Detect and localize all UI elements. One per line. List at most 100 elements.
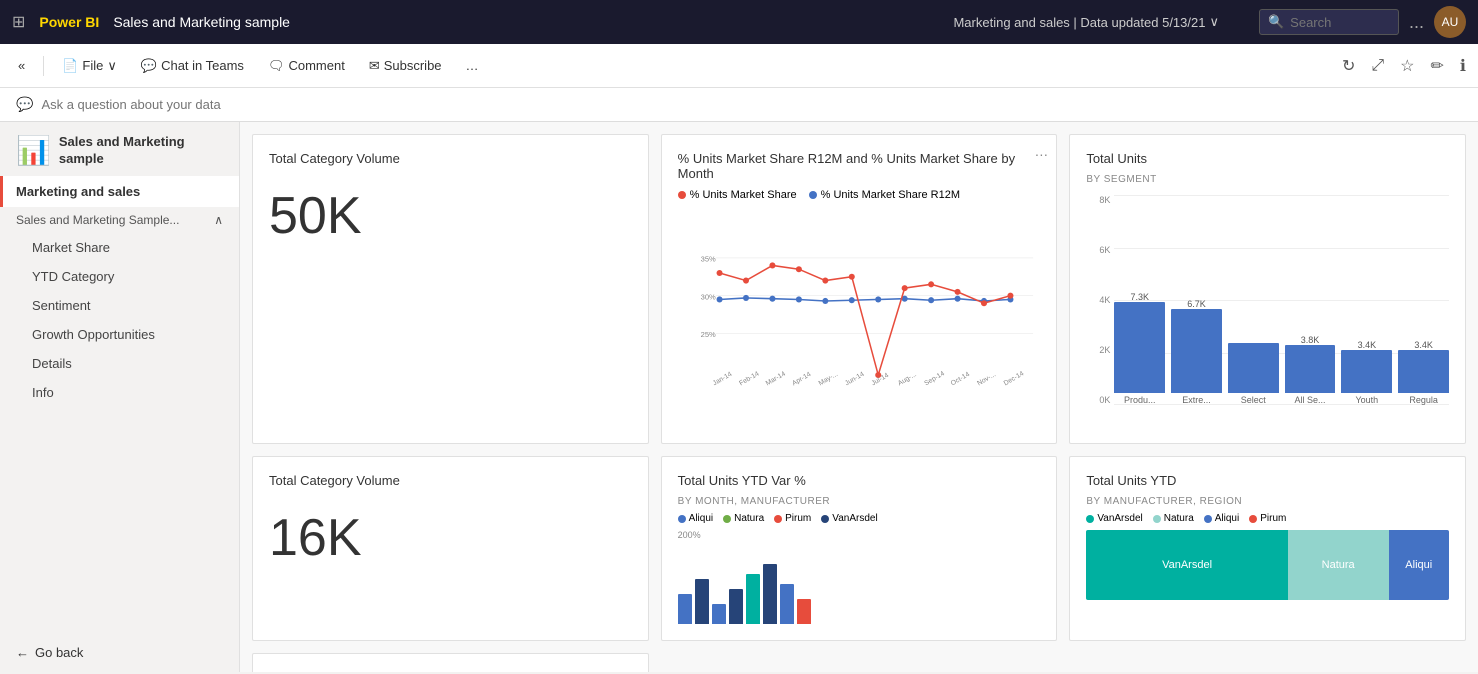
bar-chart-total-units[interactable]: 8K6K4K2K0K 7.3K [1086,195,1449,425]
bar-allse[interactable]: 3.8K All Se... [1285,335,1336,405]
mini-bar [780,584,794,624]
sidebar-item-marketing-sales[interactable]: Marketing and sales [0,176,239,207]
chat-teams-label: Chat in Teams [161,58,244,73]
back-button[interactable]: « [8,53,35,78]
card-total-category-volume: Total Category Volume 50K [252,134,649,444]
file-label: File [82,58,103,73]
sidebar-report-title: Sales and Marketing sample [59,134,223,168]
legend-aliqui: Aliqui [678,513,713,524]
edit-icon[interactable]: ✏ [1427,52,1448,80]
legend-vanarsdel: VanArsdel [821,513,877,524]
data-info: Marketing and sales | Data updated 5/13/… [953,14,1219,30]
bar-extre[interactable]: 6.7K Extre... [1171,299,1222,405]
comment-icon: 🗨 [268,58,285,74]
sidebar-item-ytd-category[interactable]: YTD Category [0,262,239,291]
qna-bar: 💬 [0,88,1478,122]
qna-icon: 💬 [16,96,33,113]
search-icon: 🔍 [1268,14,1284,30]
subscribe-button[interactable]: ✉ Subscribe [359,53,452,79]
top-navbar: ⊞ Power BI Sales and Marketing sample Ma… [0,0,1478,44]
mini-bar [746,574,760,624]
ytd-var-legend: Aliqui Natura Pirum VanArsdel [678,513,1041,524]
mini-bar [712,604,726,624]
svg-text:30%: 30% [700,292,715,301]
mini-bar [695,579,709,624]
card-pct-units-market-share: % Units Market Share 33% [252,653,649,672]
waffle-icon[interactable]: ⊞ [12,12,25,32]
search-box[interactable]: 🔍 [1259,9,1399,35]
mini-bar [678,594,692,624]
report-name-label: Sales and Marketing sample [113,14,290,30]
card-total-category-volume-bottom: Total Category Volume 16K [252,456,649,641]
chat-in-teams-button[interactable]: 💬 Chat in Teams [131,53,254,79]
legend-pirum-ytd: Pirum [1249,513,1286,524]
card-title-ytd-var: Total Units YTD Var % [678,473,1041,488]
svg-text:May-...: May-... [817,371,839,388]
card-more-button[interactable]: … [1034,143,1048,159]
toolbar: « 📄 File ∨ 💬 Chat in Teams 🗨 Comment ✉ S… [0,44,1478,88]
sidebar-item-growth-opportunities[interactable]: Growth Opportunities [0,320,239,349]
bar-produ[interactable]: 7.3K Produ... [1114,292,1165,405]
sidebar-item-market-share[interactable]: Market Share [0,233,239,262]
total-category-volume-bottom-value: 16K [269,508,632,568]
go-back-label: Go back [35,645,83,660]
svg-text:35%: 35% [700,255,715,264]
mini-bar [763,564,777,624]
ytd-var-bar-chart[interactable] [678,544,1041,624]
active-nav-label: Marketing and sales [16,184,140,199]
svg-text:Oct-14: Oct-14 [949,371,970,387]
sidebar-item-info[interactable]: Info [0,378,239,407]
sidebar-item-details[interactable]: Details [0,349,239,378]
treemap-cell-aliqui: Aliqui [1389,530,1449,600]
subscribe-icon: ✉ [369,58,380,74]
bookmark-icon[interactable]: ☆ [1396,52,1418,80]
bar-regula[interactable]: 3.4K Regula [1398,340,1449,405]
legend-pirum: Pirum [774,513,811,524]
ytd-var-y-label: 200% [678,530,1041,540]
refresh-icon[interactable]: ↻ [1338,52,1359,80]
more-icon: … [466,58,479,73]
svg-text:Jun-14: Jun-14 [844,371,866,388]
sidebar-item-sentiment[interactable]: Sentiment [0,291,239,320]
svg-text:Aug-...: Aug-... [897,371,918,387]
card-total-units-ytd: Total Units YTD BY MANUFACTURER, REGION … [1069,456,1466,641]
chevron-up-icon: ∧ [214,213,223,227]
card-units-market-share-chart: … % Units Market Share R12M and % Units … [661,134,1058,444]
avatar[interactable]: AU [1434,6,1466,38]
legend-aliqui-ytd: Aliqui [1204,513,1239,524]
card-subtitle-total-ytd: BY MANUFACTURER, REGION [1086,496,1449,507]
file-icon: 📄 [62,58,78,74]
expand-icon[interactable]: ⤢ [1367,53,1388,79]
mini-bar [797,599,811,624]
treemap-cell-vanarsdel: VanArsdel [1086,530,1287,600]
go-back-button[interactable]: ← Go back [0,633,239,672]
ytd-legend: VanArsdel Natura Aliqui Pirum [1086,513,1449,524]
treemap-total-units-ytd[interactable]: VanArsdel Natura Aliqui [1086,530,1449,600]
card-title-total-units: Total Units [1086,151,1449,166]
legend-item-1: % Units Market Share [678,189,797,201]
card-total-units-segment: Total Units BY SEGMENT 8K6K4K2K0K [1069,134,1466,444]
comment-button[interactable]: 🗨 Comment [258,53,355,79]
legend-dot-blue [809,191,817,199]
card-title-total-cat-bottom: Total Category Volume [269,473,632,488]
bar-youth[interactable]: 3.4K Youth [1341,340,1392,405]
more-options-button[interactable]: ... [1409,12,1424,33]
qna-input[interactable] [41,97,391,112]
card-title-line-chart: % Units Market Share R12M and % Units Ma… [678,151,1041,181]
search-input[interactable] [1290,15,1390,30]
card-subtitle-ytd-var: BY MONTH, MANUFACTURER [678,496,1041,507]
legend-dot-red [678,191,686,199]
line-chart[interactable]: 35% 30% 25% [678,207,1041,427]
svg-text:Nov-...: Nov-... [976,371,997,387]
bar-select[interactable]: Select [1228,343,1279,405]
info-icon[interactable]: ℹ [1456,52,1470,80]
legend-natura: Natura [723,513,764,524]
sidebar-section-header[interactable]: Sales and Marketing Sample... ∧ [0,207,239,233]
svg-text:Mar-14: Mar-14 [764,370,786,387]
content-area: Total Category Volume 50K … % Units Mark… [240,122,1478,672]
toolbar-more-button[interactable]: … [456,53,489,78]
brand-label: Power BI [39,14,99,30]
toolbar-separator [43,56,44,76]
chart-legend: % Units Market Share % Units Market Shar… [678,189,1041,201]
file-button[interactable]: 📄 File ∨ [52,53,127,79]
